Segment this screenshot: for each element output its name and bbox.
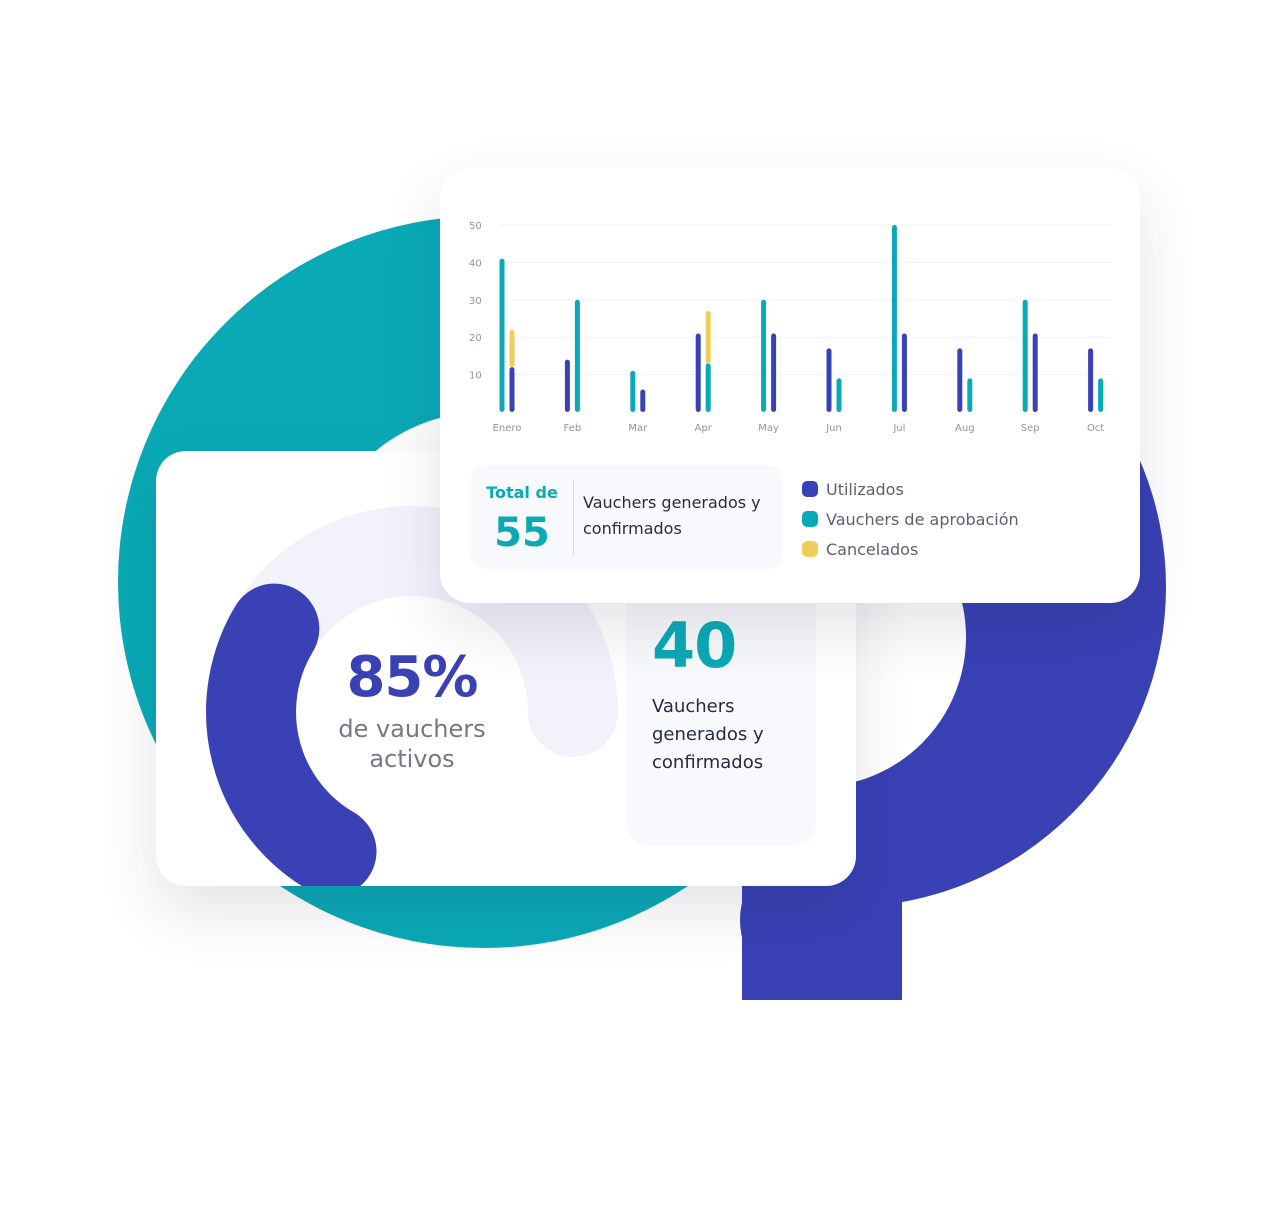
legend-label: Utilizados xyxy=(826,479,904,499)
bar-chart: 10 20 30 40 50 Enero Feb Mar Apr May Jun Jul Aug Sep O… xyxy=(469,221,1112,434)
stat-value: 40 xyxy=(652,609,737,682)
bar-utilizados xyxy=(1032,333,1038,412)
legend-item-cancelados: Cancelados xyxy=(802,534,1019,564)
chart-card: 10 20 30 40 50 Enero Feb Mar Apr May Jun Jul Aug Sep O… xyxy=(440,168,1140,603)
legend-label: Vauchers de aprobación xyxy=(826,509,1019,529)
bar-aprobacion xyxy=(499,258,505,412)
y-tick-label: 50 xyxy=(469,221,482,232)
legend-item-aprobacion: Vauchers de aprobación xyxy=(802,504,1019,534)
bar-utilizados xyxy=(695,333,701,412)
bar-aprobacion xyxy=(1098,378,1104,412)
y-tick-label: 40 xyxy=(469,258,482,269)
bar-aprobacion xyxy=(1022,299,1028,412)
bar-aprobacion xyxy=(761,299,767,412)
total-description: Vauchers generados y confirmados xyxy=(583,493,761,538)
y-tick-label: 20 xyxy=(469,333,482,344)
bar-utilizados xyxy=(957,348,963,412)
y-tick-label: 10 xyxy=(469,371,482,382)
legend-label: Cancelados xyxy=(826,539,919,559)
bar-aprobacion xyxy=(891,225,897,412)
x-tick-label: Mar xyxy=(628,423,648,434)
gauge-value: 85% xyxy=(346,645,478,710)
y-tick-label: 30 xyxy=(469,296,482,307)
x-tick-label: Apr xyxy=(695,423,713,434)
x-tick-label: Feb xyxy=(564,423,582,434)
total-value: 55 xyxy=(494,510,550,556)
bar-aprobacion xyxy=(705,363,711,412)
bar-utilizados xyxy=(826,348,832,412)
legend-swatch xyxy=(802,511,818,527)
total-box: Total de 55 Vauchers generados y confirm… xyxy=(471,465,783,569)
bar-aprobacion xyxy=(836,378,842,412)
x-tick-label: May xyxy=(758,423,779,434)
x-tick-label: Aug xyxy=(955,423,975,434)
total-divider xyxy=(573,479,574,555)
bar-aprobacion xyxy=(630,370,636,412)
x-tick-label: Jul xyxy=(892,423,905,434)
bar-aprobacion xyxy=(967,378,973,412)
legend-item-utilizados: Utilizados xyxy=(802,474,1019,504)
x-tick-label: Enero xyxy=(493,423,522,434)
bar-utilizados xyxy=(771,333,777,412)
bar-utilizados xyxy=(901,333,907,412)
bar-utilizados xyxy=(564,359,570,412)
bar-utilizados xyxy=(640,389,646,412)
bar-utilizados xyxy=(1088,348,1094,412)
x-tick-label: Jun xyxy=(825,423,842,434)
x-tick-label: Oct xyxy=(1087,423,1104,434)
chart-legend: Utilizados Vauchers de aprobación Cancel… xyxy=(802,474,1019,564)
bar-cancelados xyxy=(509,329,515,368)
bar-cancelados xyxy=(705,311,711,364)
legend-swatch xyxy=(802,481,818,497)
gauge-text: 85% de vauchers activos xyxy=(267,646,557,774)
bar-aprobacion xyxy=(574,299,580,412)
x-tick-label: Sep xyxy=(1021,423,1040,434)
gauge-caption: de vauchers activos xyxy=(338,715,486,773)
total-label: Total de xyxy=(486,483,558,502)
bar-utilizados xyxy=(509,367,515,412)
stat-box: 40 Vauchers generados y confirmados xyxy=(626,581,816,846)
stat-label: Vauchers generados y confirmados xyxy=(652,696,764,773)
legend-swatch xyxy=(802,541,818,557)
